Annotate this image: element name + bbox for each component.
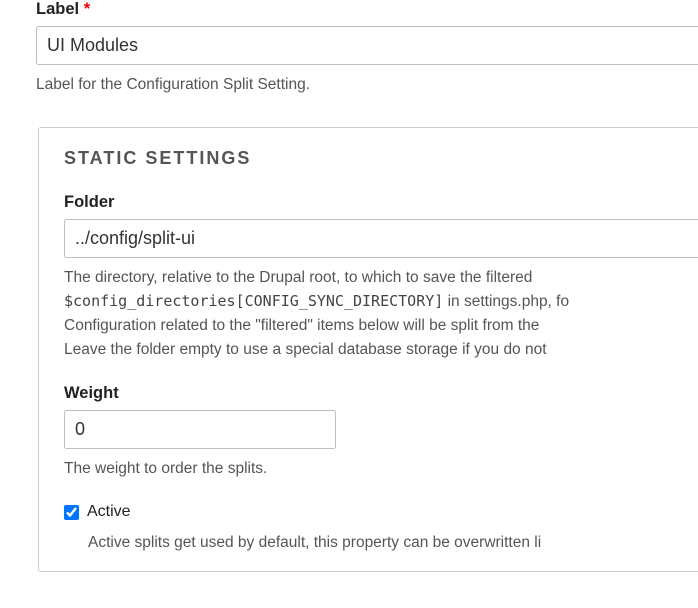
weight-input[interactable] [64, 410, 336, 449]
label-field-label: Label * [36, 0, 698, 19]
label-text: Label [36, 0, 79, 18]
label-field-wrapper: Label * Label for the Configuration Spli… [36, 0, 698, 97]
folder-desc-code: $config_directories[CONFIG_SYNC_DIRECTOR… [64, 292, 443, 310]
active-checkbox[interactable] [64, 505, 79, 520]
label-description: Label for the Configuration Split Settin… [36, 73, 698, 97]
active-description: Active splits get used by default, this … [88, 531, 698, 555]
folder-desc-line3: Configuration related to the "filtered" … [64, 317, 539, 334]
folder-field-wrapper: Folder The directory, relative to the Dr… [64, 193, 698, 362]
static-settings-legend: STATIC SETTINGS [39, 128, 698, 183]
weight-label: Weight [64, 384, 698, 403]
folder-desc-line1: The directory, relative to the Drupal ro… [64, 269, 532, 286]
folder-input[interactable] [64, 219, 698, 258]
active-field-wrapper: Active Active splits get used by default… [64, 503, 698, 555]
label-input[interactable] [36, 26, 698, 65]
folder-label: Folder [64, 193, 698, 212]
folder-description: The directory, relative to the Drupal ro… [64, 266, 698, 362]
static-settings-fieldset: STATIC SETTINGS Folder The directory, re… [38, 127, 698, 572]
weight-field-wrapper: Weight The weight to order the splits. [64, 384, 698, 481]
folder-desc-line4: Leave the folder empty to use a special … [64, 341, 547, 358]
active-label: Active [87, 503, 131, 521]
required-asterisk: * [84, 0, 90, 18]
weight-description: The weight to order the splits. [64, 457, 698, 481]
folder-desc-line2-post: in settings.php, fo [443, 293, 569, 310]
